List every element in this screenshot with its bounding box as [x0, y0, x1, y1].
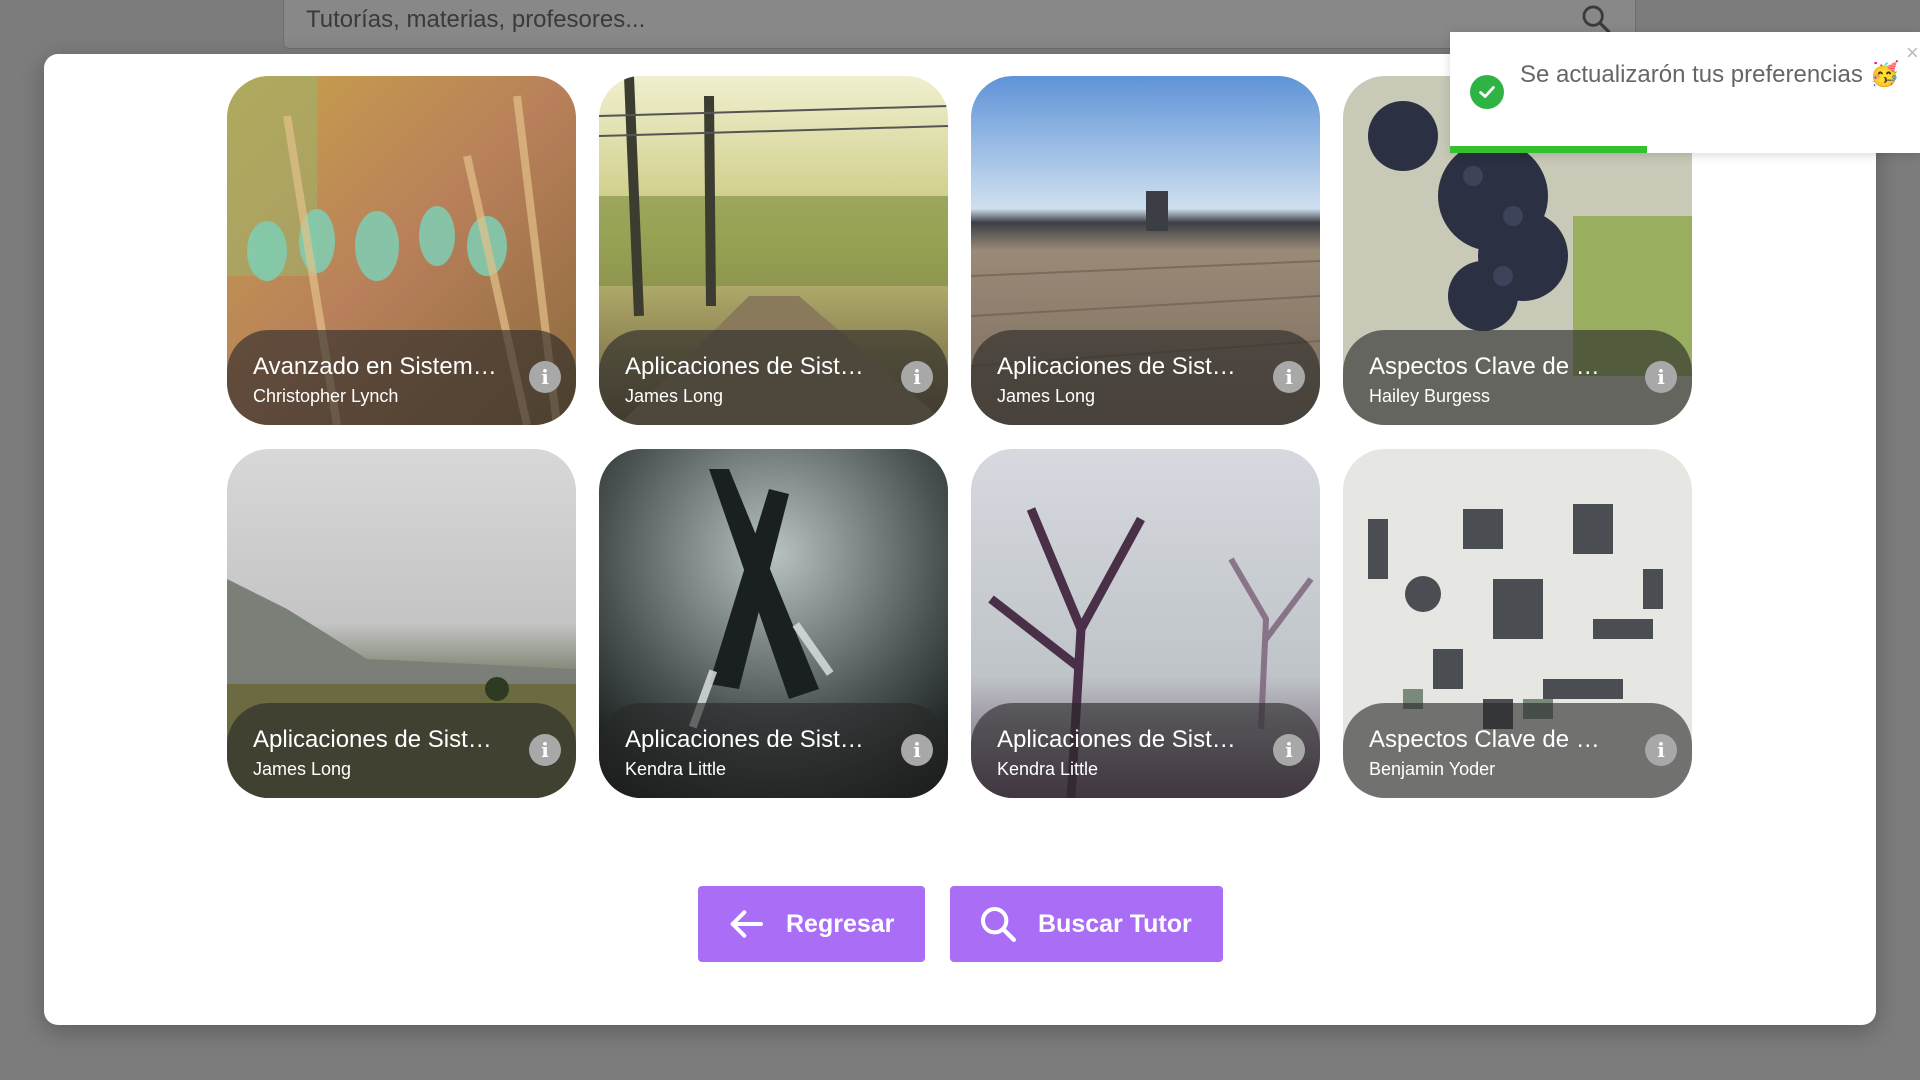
card-author: Christopher Lynch: [253, 386, 399, 406]
arrow-left-icon: [730, 910, 763, 938]
tutoring-card[interactable]: Avanzado en Sistem… Christopher Lynch i: [227, 76, 576, 425]
card-author: James Long: [625, 386, 724, 406]
back-button[interactable]: Regresar: [698, 886, 925, 962]
card-title: Aspectos Clave de …: [1369, 353, 1600, 380]
check-circle-icon: [1470, 75, 1504, 109]
info-icon[interactable]: i: [529, 361, 561, 393]
card-caption: Aplicaciones de Sist… James Long: [599, 330, 948, 425]
tutoring-card[interactable]: Aplicaciones de Sist… Kendra Little i: [971, 449, 1320, 798]
card-author: Benjamin Yoder: [1369, 759, 1496, 779]
card-title: Aplicaciones de Sist…: [997, 726, 1236, 753]
card-title: Aplicaciones de Sist…: [625, 353, 864, 380]
info-icon[interactable]: i: [529, 734, 561, 766]
card-title: Aplicaciones de Sist…: [997, 353, 1236, 380]
search-icon: [1582, 5, 1611, 33]
search-input[interactable]: Tutorías, materias, profesores...: [306, 0, 645, 34]
tutoring-grid: Avanzado en Sistem… Christopher Lynch i …: [227, 76, 1692, 798]
toast-progress-bar: [1450, 146, 1648, 153]
search-bar[interactable]: Tutorías, materias, profesores...: [283, 0, 1636, 49]
tutoring-card[interactable]: Aspectos Clave de … Benjamin Yoder i: [1343, 449, 1692, 798]
card-caption: Aplicaciones de Sist… Kendra Little: [599, 703, 948, 798]
card-author: James Long: [997, 386, 1096, 406]
back-button-label: Regresar: [786, 909, 895, 938]
tutoring-card[interactable]: Aplicaciones de Sist… James Long i: [599, 76, 948, 425]
card-title: Aspectos Clave de …: [1369, 726, 1600, 753]
card-caption: Aplicaciones de Sist… James Long: [971, 330, 1320, 425]
toast-message: Se actualizarón tus preferencias 🥳: [1520, 61, 1900, 88]
card-caption: Aplicaciones de Sist… James Long: [227, 703, 576, 798]
info-icon[interactable]: i: [901, 734, 933, 766]
search-tutor-label: Buscar Tutor: [1038, 909, 1192, 938]
success-toast: Se actualizarón tus preferencias 🥳 ×: [1450, 32, 1920, 153]
info-icon[interactable]: i: [1645, 361, 1677, 393]
card-title: Aplicaciones de Sist…: [253, 726, 492, 753]
info-icon[interactable]: i: [1645, 734, 1677, 766]
tutoring-card[interactable]: Aplicaciones de Sist… James Long i: [971, 76, 1320, 425]
info-icon[interactable]: i: [901, 361, 933, 393]
card-caption: Aplicaciones de Sist… Kendra Little: [971, 703, 1320, 798]
info-icon[interactable]: i: [1273, 734, 1305, 766]
modal-actions: Regresar Buscar Tutor: [698, 886, 1223, 962]
card-title: Aplicaciones de Sist…: [625, 726, 864, 753]
card-caption: Aspectos Clave de … Benjamin Yoder: [1343, 703, 1692, 798]
info-icon[interactable]: i: [1273, 361, 1305, 393]
card-author: Kendra Little: [625, 759, 727, 779]
card-caption: Aspectos Clave de … Hailey Burgess: [1343, 330, 1692, 425]
search-icon: [981, 907, 1016, 942]
tutoring-card[interactable]: Aplicaciones de Sist… James Long i: [227, 449, 576, 798]
search-tutor-button[interactable]: Buscar Tutor: [950, 886, 1223, 962]
card-title: Avanzado en Sistem…: [253, 353, 497, 380]
close-icon[interactable]: ×: [1906, 40, 1920, 66]
card-caption: Avanzado en Sistem… Christopher Lynch: [227, 330, 576, 425]
card-author: James Long: [253, 759, 352, 779]
tutoring-card[interactable]: Aplicaciones de Sist… Kendra Little i: [599, 449, 948, 798]
card-author: Kendra Little: [997, 759, 1099, 779]
preferences-modal: Avanzado en Sistem… Christopher Lynch i …: [44, 54, 1876, 1025]
card-author: Hailey Burgess: [1369, 386, 1491, 406]
